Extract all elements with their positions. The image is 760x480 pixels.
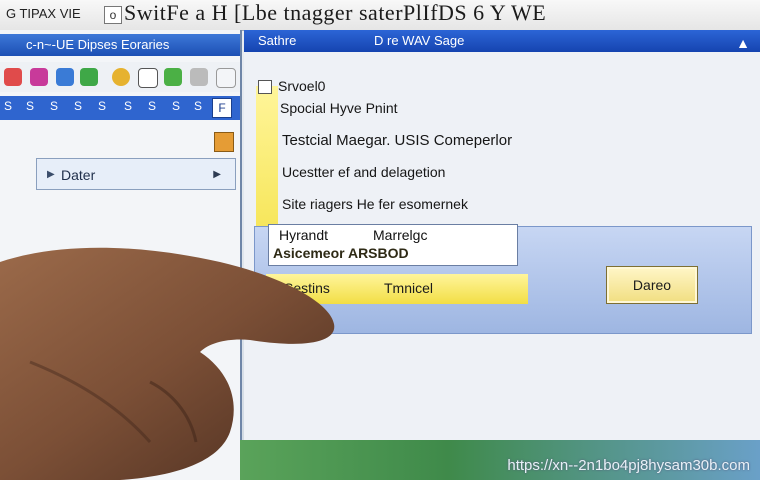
right-window-subtitle: D re WAV Sage xyxy=(374,33,465,48)
list-item[interactable]: Testcial Maegar. USIS Comeperlor xyxy=(282,132,512,149)
menu-item[interactable]: S xyxy=(148,99,156,113)
checkbox[interactable] xyxy=(258,80,272,95)
pencil-icon[interactable] xyxy=(4,68,22,86)
right-window: Sathre D re WAV Sage ▲ Srvoel0 Spocial H… xyxy=(244,30,760,440)
left-menubar: S S S S S S S S S F xyxy=(0,96,240,120)
slash-icon[interactable] xyxy=(190,68,208,86)
highlighted-row[interactable]: Sestins Tmnicel xyxy=(266,274,528,304)
color-wheel-icon[interactable] xyxy=(112,68,130,86)
left-window-titlebar[interactable]: c-n~-UE Dipses Eoraries xyxy=(0,34,240,56)
selected-item-value: Marrelgc xyxy=(373,227,428,243)
left-toolbar xyxy=(0,62,240,92)
list-item[interactable]: Site riagers He fer esomernek xyxy=(282,196,468,212)
folder-icon[interactable] xyxy=(214,132,234,152)
selected-item-name: Hyrandt xyxy=(279,227,329,243)
chevron-right-icon: ▶ xyxy=(213,169,221,180)
leaf-icon[interactable] xyxy=(80,68,98,86)
caret-icon: ▶ xyxy=(47,169,55,180)
window-title: SwitFe a H [Lbe tnagger saterPlIfDS 6 Y … xyxy=(124,0,547,25)
menu-box-button[interactable]: F xyxy=(212,98,232,118)
menu-item[interactable]: S xyxy=(98,99,106,113)
p-icon[interactable] xyxy=(138,68,158,88)
list-item-label: Site riagers He fer esomernek xyxy=(282,196,468,212)
window-icon[interactable]: o xyxy=(104,6,122,24)
done-button[interactable]: Dareo xyxy=(606,266,698,304)
menu-item[interactable]: S xyxy=(26,99,34,113)
figure-icon[interactable] xyxy=(164,68,182,86)
menu-item[interactable]: S xyxy=(74,99,82,113)
right-window-body: Srvoel0 Spocial Hyve Pnint Testcial Maeg… xyxy=(244,56,760,440)
tray-logo-icon: ▲ xyxy=(736,35,750,51)
drop-icon[interactable] xyxy=(56,68,74,86)
list-item-label: Spocial Hyve Pnint xyxy=(280,100,398,116)
menu-item[interactable]: S xyxy=(172,99,180,113)
watermark: https://xn--2n1bo4pj8hysam30b.com xyxy=(507,457,750,474)
list-item[interactable]: Ucestter ef and delagetion xyxy=(282,164,445,180)
menu-item[interactable]: S xyxy=(4,99,12,113)
top-title-strip: G TIPAX VIE o SwitFe a H [Lbe tnagger sa… xyxy=(0,0,760,31)
top-left-label: G TIPAX VIE xyxy=(6,6,81,21)
menu-item[interactable]: S xyxy=(194,99,202,113)
list-item[interactable]: Srvoel0 xyxy=(258,78,326,95)
left-window-title: c-n~-UE Dipses Eoraries xyxy=(26,37,170,52)
selected-item-detail: Asicemeor ARSBOD xyxy=(273,245,409,261)
right-window-titlebar[interactable]: Sathre D re WAV Sage ▲ xyxy=(244,30,760,52)
frame-icon[interactable] xyxy=(216,68,236,88)
right-window-title: Sathre xyxy=(258,33,297,48)
left-list-label: Dater xyxy=(61,167,96,183)
brush-icon[interactable] xyxy=(30,68,48,86)
list-item-label: Srvoel0 xyxy=(278,78,326,94)
highlighted-row-left: Sestins xyxy=(284,280,330,296)
menu-item[interactable]: S xyxy=(50,99,58,113)
list-item-label: Ucestter ef and delagetion xyxy=(282,164,446,180)
selected-item[interactable]: Hyrandt Marrelgc Asicemeor ARSBOD xyxy=(268,224,518,266)
left-window: c-n~-UE Dipses Eoraries S S S S S S S S … xyxy=(0,30,242,480)
screen: G TIPAX VIE o SwitFe a H [Lbe tnagger sa… xyxy=(0,0,760,480)
highlighted-row-right: Tmnicel xyxy=(384,280,434,296)
menu-item[interactable]: S xyxy=(124,99,132,113)
list-item[interactable]: Spocial Hyve Pnint xyxy=(280,100,398,116)
left-list-item[interactable]: ▶ Dater ▶ xyxy=(36,158,236,190)
list-item-label: Testcial Maegar. USIS Comeperlor xyxy=(282,132,513,149)
